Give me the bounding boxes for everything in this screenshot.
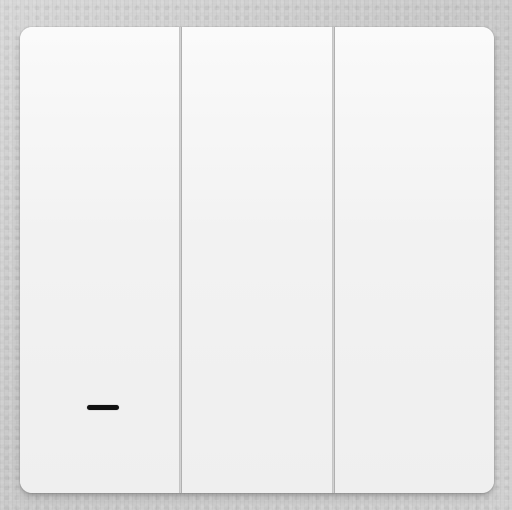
- switch-panel: [20, 27, 494, 493]
- switch-rocker-right[interactable]: [335, 27, 494, 493]
- switch-rocker-left[interactable]: [20, 27, 179, 493]
- indicator-light-left: [87, 405, 119, 410]
- switch-rocker-middle[interactable]: [182, 27, 437, 493]
